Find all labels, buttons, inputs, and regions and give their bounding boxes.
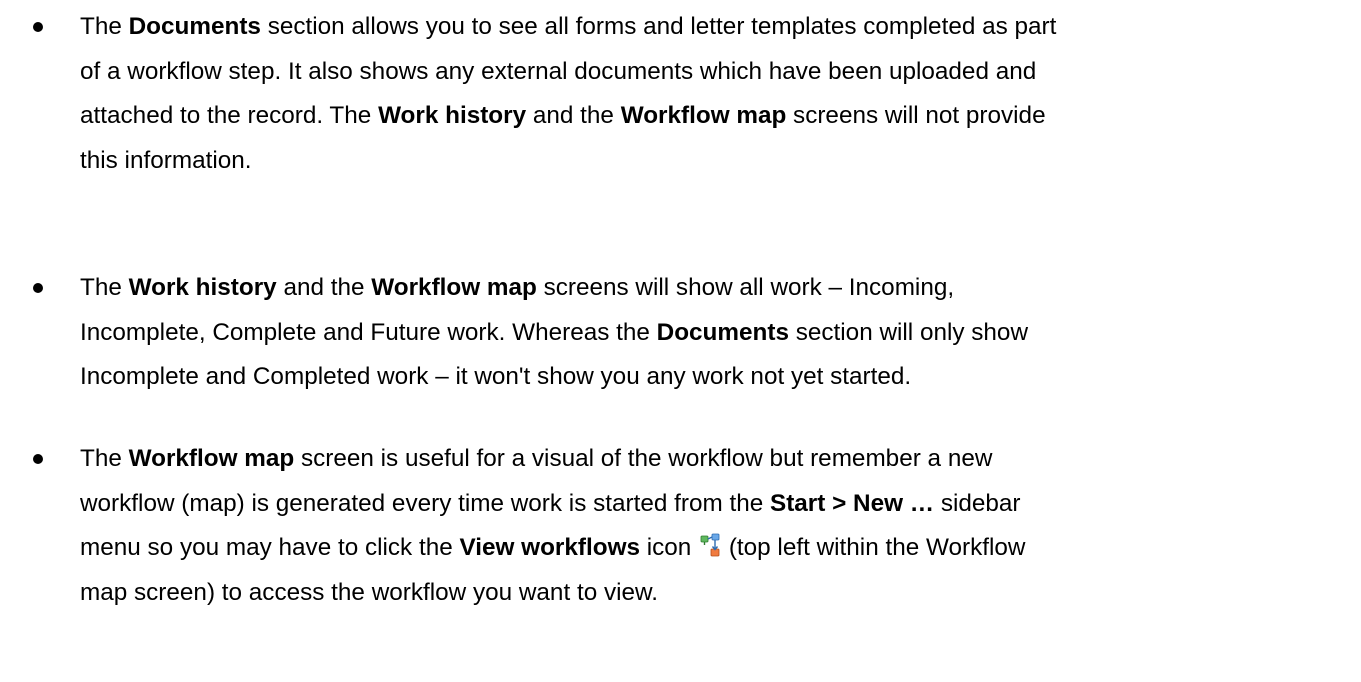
text-run: section will only show bbox=[788, 318, 1028, 346]
bold-term: Documents bbox=[656, 318, 789, 346]
text-run: (top left within the Workflow bbox=[722, 534, 1026, 562]
text-line: attached to the record. The Work history… bbox=[80, 94, 1331, 139]
bold-term: View workflows bbox=[459, 534, 640, 562]
text-run: The bbox=[80, 445, 129, 472]
text-line: workflow (map) is generated every time w… bbox=[80, 482, 1331, 527]
text-run: of a workflow step. It also shows any ex… bbox=[80, 57, 1037, 85]
text-line: menu so you may have to click the View w… bbox=[80, 526, 1331, 571]
text-run: section allows you to see all forms and … bbox=[260, 13, 1057, 40]
text-run: workflow (map) is generated every time w… bbox=[80, 489, 770, 517]
text-run: sidebar bbox=[934, 489, 1021, 517]
text-run: Incomplete, Complete and Future work. Wh… bbox=[80, 318, 657, 346]
text-run: and the bbox=[276, 274, 372, 301]
bold-term: Work history bbox=[128, 274, 277, 301]
bullet-dot bbox=[33, 454, 43, 464]
text-run: icon bbox=[639, 534, 699, 562]
bullet-item-work-history: The Work history and the Workflow map sc… bbox=[0, 266, 1361, 400]
text-run: attached to the record. The bbox=[80, 102, 379, 130]
text-line: Incomplete and Completed work – it won't… bbox=[80, 355, 1331, 400]
bold-term: Documents bbox=[128, 13, 261, 40]
bullet-dot bbox=[33, 283, 43, 293]
bold-term: Workflow map bbox=[128, 445, 295, 472]
bold-term: Workflow map bbox=[620, 102, 787, 130]
text-line: this information. bbox=[80, 139, 1331, 184]
text-run: map screen) to access the workflow you w… bbox=[80, 578, 658, 606]
text-line: Incomplete, Complete and Future work. Wh… bbox=[80, 311, 1331, 356]
text-line: of a workflow step. It also shows any ex… bbox=[80, 50, 1331, 95]
text-line: The Documents section allows you to see … bbox=[80, 5, 1331, 50]
bullet-item-workflow-map: The Workflow map screen is useful for a … bbox=[0, 437, 1361, 615]
bullet-item-documents: The Documents section allows you to see … bbox=[0, 5, 1361, 183]
text-run: Incomplete and Completed work – it won't… bbox=[80, 363, 912, 391]
text-run: menu so you may have to click the bbox=[80, 534, 460, 562]
text-run: screens will not provide bbox=[786, 102, 1046, 130]
view-workflows-icon[interactable] bbox=[700, 533, 720, 557]
bullet-dot bbox=[33, 22, 43, 32]
text-run: and the bbox=[526, 102, 621, 130]
text-line: The Work history and the Workflow map sc… bbox=[80, 266, 1331, 311]
bold-term: Workflow map bbox=[371, 274, 537, 301]
bold-term: Work history bbox=[378, 102, 527, 130]
text-run: screen is useful for a visual of the wor… bbox=[294, 445, 993, 472]
bold-term: Start > New … bbox=[770, 489, 935, 517]
text-line: map screen) to access the workflow you w… bbox=[80, 571, 1331, 616]
text-run: this information. bbox=[80, 146, 252, 174]
text-run: screens will show all work – Incoming, bbox=[536, 274, 955, 301]
text-run: The bbox=[80, 274, 129, 301]
text-run: The bbox=[80, 13, 129, 40]
text-line: The Workflow map screen is useful for a … bbox=[80, 437, 1331, 482]
